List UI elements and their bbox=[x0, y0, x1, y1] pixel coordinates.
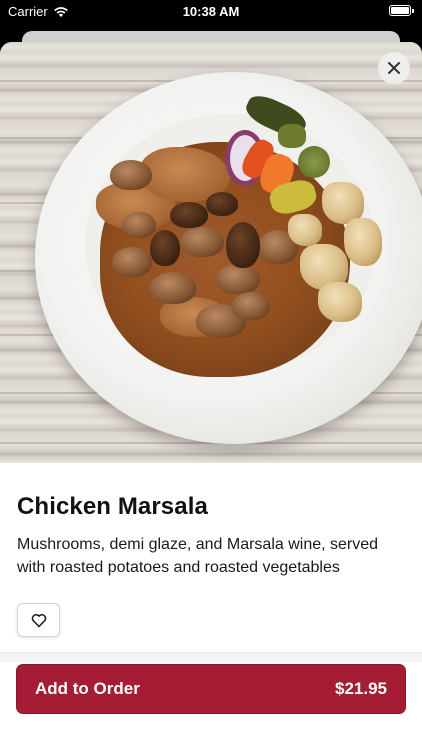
bottom-bar: Add to Order $21.95 bbox=[0, 662, 422, 750]
screen: Carrier 10:38 AM Chicken Marsala Mushroo… bbox=[0, 0, 422, 750]
item-info: Chicken Marsala Mushrooms, demi glaze, a… bbox=[0, 463, 422, 637]
food-photo bbox=[0, 42, 422, 463]
close-icon bbox=[388, 62, 400, 74]
close-button[interactable] bbox=[378, 52, 410, 84]
clock: 10:38 AM bbox=[182, 4, 240, 19]
item-detail-sheet: Chicken Marsala Mushrooms, demi glaze, a… bbox=[0, 42, 422, 750]
item-description: Mushrooms, demi glaze, and Marsala wine,… bbox=[17, 536, 379, 576]
status-bar: Carrier 10:38 AM bbox=[0, 0, 422, 24]
price-label: $21.95 bbox=[335, 679, 387, 698]
favorite-button[interactable] bbox=[17, 603, 60, 637]
heart-icon bbox=[31, 613, 46, 627]
add-to-order-button[interactable]: Add to Order $21.95 bbox=[16, 664, 406, 714]
item-title: Chicken Marsala bbox=[17, 493, 208, 520]
add-to-order-label: Add to Order bbox=[35, 679, 140, 698]
battery-icon bbox=[389, 5, 414, 16]
